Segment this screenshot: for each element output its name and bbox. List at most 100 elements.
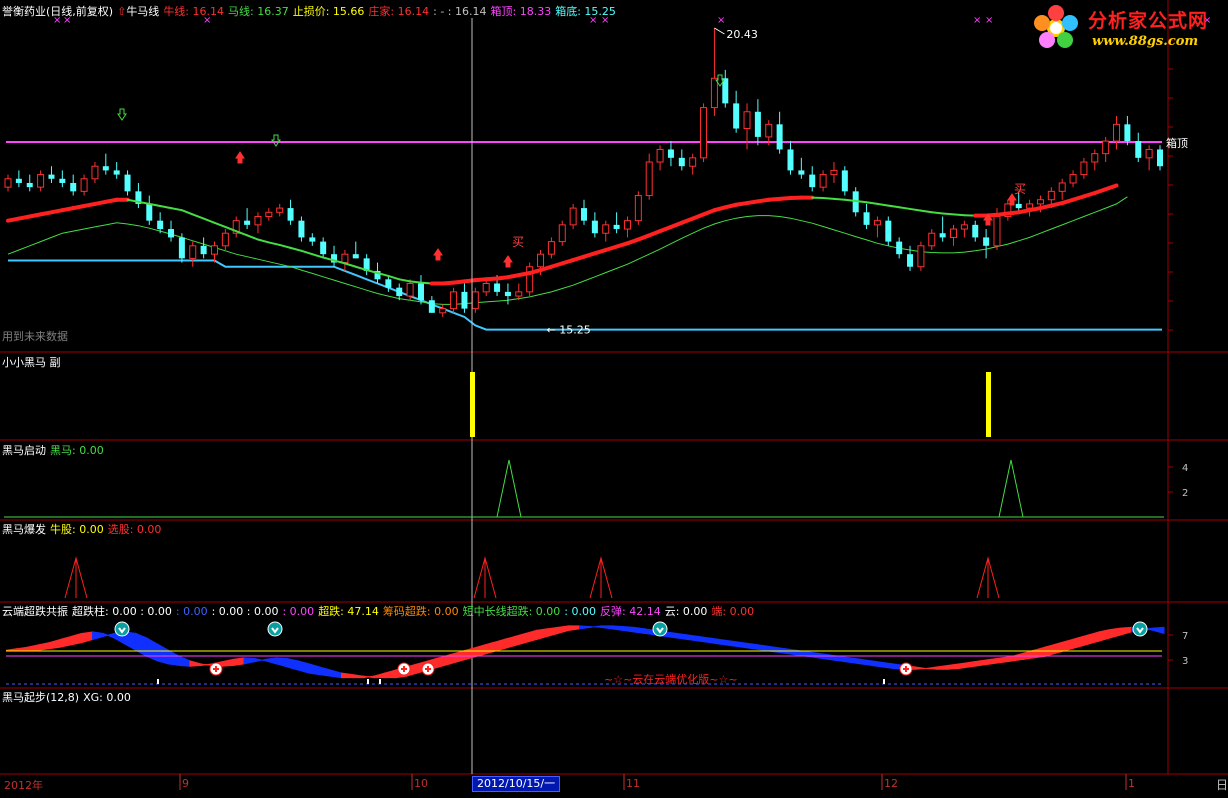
ribbon-segment xyxy=(37,641,50,651)
candle-body xyxy=(385,279,392,288)
ribbon-segment xyxy=(773,646,786,654)
bull-line-segment xyxy=(887,204,901,209)
header-value: 云: 0.00 xyxy=(664,605,708,618)
chart-stage[interactable]: 箱顶 ← 15.25 20.43 买买 × × × × × × × × × 4 2 ~☆~云在云端优化版~☆~… xyxy=(0,0,1228,798)
date-label-sep: 9 xyxy=(182,777,189,790)
candle-body xyxy=(939,233,946,238)
candle-body xyxy=(450,291,458,310)
ribbon-segment xyxy=(330,669,342,679)
candle-body xyxy=(1026,203,1034,209)
bull-line-segment xyxy=(289,246,303,252)
panel-header-baofa: 黑马爆发 牛股: 0.00 选股: 0.00 xyxy=(2,523,165,536)
candle-body xyxy=(309,237,316,242)
yunduan-tick-label: 7 xyxy=(1182,631,1188,642)
down-badge-icon xyxy=(652,621,668,637)
bull-line-segment xyxy=(865,201,879,205)
header-value: : 0.00 : 0.00 xyxy=(211,605,279,618)
ribbon-segment xyxy=(719,638,732,647)
ribbon-segment xyxy=(871,660,884,668)
candle-body xyxy=(80,178,88,192)
bull-line-segment xyxy=(180,209,194,216)
candle-body xyxy=(656,148,664,163)
candle-body xyxy=(70,182,77,192)
candle-body xyxy=(26,182,33,188)
candle-body xyxy=(1113,123,1121,142)
ribbon-segment xyxy=(968,660,981,668)
candle-body xyxy=(830,169,838,176)
qidong-tick-label: 4 xyxy=(1182,463,1188,474)
candle-body xyxy=(504,291,511,297)
ribbon-segment xyxy=(232,657,245,667)
ribbon-segment xyxy=(1120,626,1133,636)
ribbon-segment xyxy=(925,666,938,670)
candle-body xyxy=(634,195,642,222)
bull-line-segment xyxy=(213,221,227,228)
candle-body xyxy=(1047,190,1055,201)
qidong-tick-label: 2 xyxy=(1182,488,1188,499)
header-value: 云端超跌共振 xyxy=(2,605,68,618)
header-value: XG: 0.00 xyxy=(83,691,131,704)
header-value: 庄家: 16.14 xyxy=(368,5,430,18)
candle-body xyxy=(59,178,66,183)
candle-body xyxy=(700,107,708,159)
ribbon-segment xyxy=(676,632,689,641)
candle-body xyxy=(113,170,120,175)
candle-body xyxy=(1091,153,1099,163)
candle-body xyxy=(157,220,164,230)
ribbon-segment xyxy=(167,649,180,667)
yunduan-tick-label: 3 xyxy=(1182,656,1188,667)
candle-body xyxy=(983,237,990,246)
ribbon-segment xyxy=(882,661,894,670)
horse-line xyxy=(7,196,1128,305)
signal-bar xyxy=(986,372,991,437)
candle-body xyxy=(37,174,45,188)
candle-body xyxy=(787,149,794,171)
ribbon-segment xyxy=(308,663,321,676)
bull-line-segment xyxy=(952,213,966,217)
future-data-note: 用到未来数据 xyxy=(2,330,68,343)
candle-body xyxy=(265,211,273,217)
ribbon-segment xyxy=(914,666,926,670)
candle-body xyxy=(406,282,414,297)
ribbon-segment xyxy=(1076,634,1089,648)
chart-canvas[interactable]: 箱顶← 15.2520.43买买× × × × × × × × ×42~☆~云在云端优化版~☆~… xyxy=(0,0,1228,798)
header-value: 牛股: 0.00 xyxy=(50,523,104,536)
down-badge-icon xyxy=(114,621,130,637)
cross-marker: × xyxy=(973,15,981,26)
ribbon-segment xyxy=(481,641,494,656)
down-arrow-icon xyxy=(271,134,281,147)
down-badge-icon xyxy=(267,621,283,637)
candle-body xyxy=(613,224,620,230)
ribbon-segment xyxy=(546,626,559,638)
ribbon-segment xyxy=(200,663,213,667)
header-value: 箱顶: 18.33 xyxy=(490,5,552,18)
ribbon-segment xyxy=(698,635,710,644)
ribbon-segment xyxy=(1098,629,1111,642)
candle-body xyxy=(341,253,349,264)
logo-url: www.88gs.com xyxy=(1092,34,1199,49)
ribbon-segment xyxy=(730,640,743,648)
candle-body xyxy=(1135,141,1142,158)
site-logo[interactable]: 分析家公式网 www.88gs.com xyxy=(1030,2,1226,54)
ribbon-segment xyxy=(860,658,873,667)
main-panel-header: 誉衡药业(日线,前复权) ⇧牛马线 牛线: 16.14 马线: 16.37 止损价: 1… xyxy=(2,5,620,18)
up-arrow-icon: ⇧ xyxy=(117,5,127,18)
header-value: 端: 0.00 xyxy=(711,605,755,618)
ribbon-segment xyxy=(806,651,819,659)
ribbon-segment xyxy=(384,669,397,679)
bull-line-segment xyxy=(854,199,868,204)
ribbon-segment xyxy=(1152,626,1165,635)
ribbon-segment xyxy=(48,638,61,650)
ribbon-segment xyxy=(492,638,505,653)
ribbon-segment xyxy=(81,631,94,644)
bull-line-segment xyxy=(202,217,216,224)
ribbon-segment xyxy=(362,675,375,679)
header-value: 马线: 16.37 xyxy=(228,5,289,18)
ribbon-segment xyxy=(622,626,635,633)
date-label-oct: 10 xyxy=(414,777,428,790)
ribbon-segment xyxy=(957,661,970,670)
ribbon-segment xyxy=(59,635,72,648)
period-day-label[interactable]: 日 xyxy=(1216,776,1228,793)
ribbon-segment xyxy=(5,648,18,651)
panel-header-qidong: 黑马启动 黑马: 0.00 xyxy=(2,444,108,457)
